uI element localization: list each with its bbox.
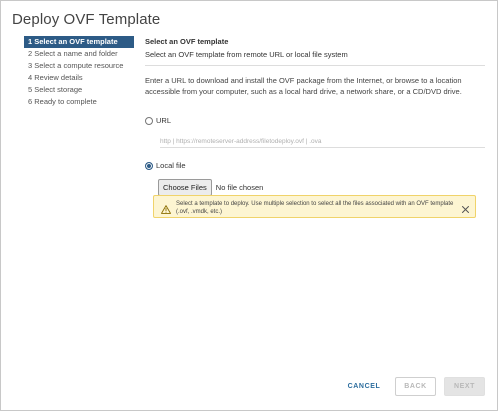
step-content: Select an OVF template Select an OVF tem… [145, 37, 485, 218]
choose-files-button[interactable]: Choose Files [158, 179, 212, 196]
content-heading: Select an OVF template [145, 37, 229, 46]
back-button[interactable]: BACK [395, 377, 436, 396]
no-file-chosen-text: No file chosen [215, 183, 264, 192]
wizard-steps: 1 Select an OVF template 2 Select a name… [24, 36, 134, 108]
step-select-storage[interactable]: 5 Select storage [24, 84, 134, 96]
local-file-radio[interactable] [145, 161, 153, 170]
divider [145, 65, 485, 66]
dialog-title: Deploy OVF Template [12, 11, 161, 28]
cancel-button[interactable]: CANCEL [343, 377, 385, 396]
step-select-compute-resource[interactable]: 3 Select a compute resource [24, 60, 134, 72]
next-button[interactable]: NEXT [444, 377, 485, 396]
url-option-label: URL [156, 116, 172, 125]
url-input[interactable] [160, 135, 485, 148]
content-subheading: Select an OVF template from remote URL o… [145, 50, 348, 59]
url-radio[interactable] [145, 116, 153, 125]
local-file-option-label: Local file [156, 161, 186, 170]
close-icon[interactable] [461, 201, 470, 213]
deploy-ovf-dialog: Deploy OVF Template 1 Select an OVF temp… [0, 0, 498, 411]
content-description: Enter a URL to download and install the … [145, 76, 462, 96]
step-select-name-folder[interactable]: 2 Select a name and folder [24, 48, 134, 60]
warning-text: Select a template to deploy. Use multipl… [176, 201, 454, 215]
warning-banner: Select a template to deploy. Use multipl… [153, 195, 476, 218]
local-file-option[interactable]: Local file [145, 161, 186, 170]
step-select-ovf-template[interactable]: 1 Select an OVF template [24, 36, 134, 48]
step-review-details[interactable]: 4 Review details [24, 72, 134, 84]
warning-triangle-icon [161, 201, 171, 219]
url-option[interactable]: URL [145, 116, 171, 125]
file-chooser: Choose Files No file chosen [158, 179, 263, 196]
step-ready-to-complete[interactable]: 6 Ready to complete [24, 96, 134, 108]
